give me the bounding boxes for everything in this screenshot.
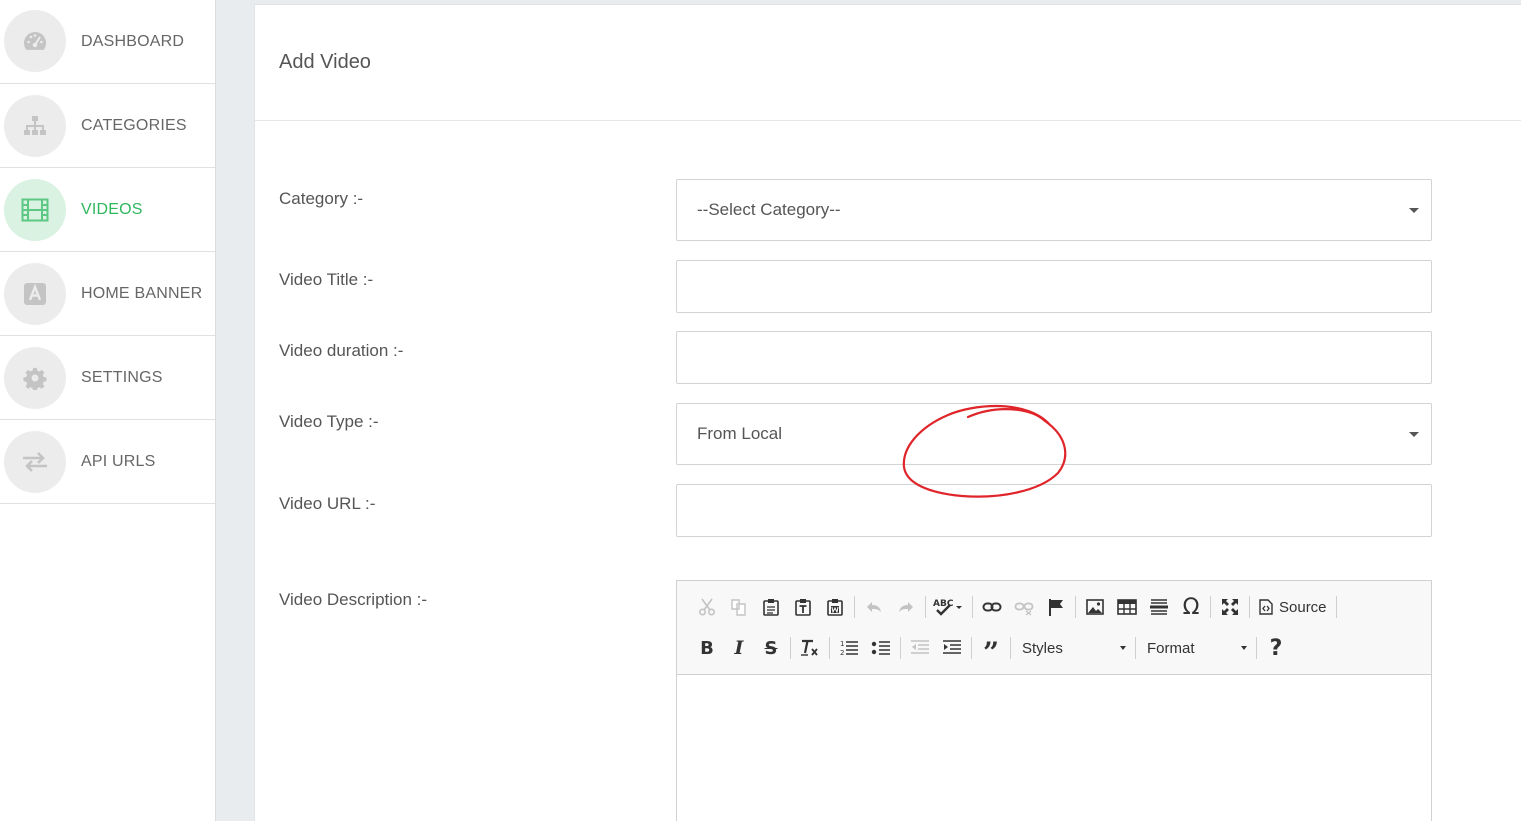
bulleted-list-icon[interactable] (865, 634, 897, 662)
sidebar-item-label: API URLS (81, 452, 156, 470)
font-a-icon (4, 262, 66, 325)
source-button-label: Source (1279, 598, 1327, 616)
sitemap-icon (4, 94, 66, 157)
toolbar-separator (1010, 637, 1011, 659)
exchange-arrows-icon (4, 430, 66, 493)
paste-text-icon[interactable] (787, 593, 819, 621)
redo-icon[interactable] (890, 593, 922, 621)
category-select-value: --Select Category-- (697, 200, 841, 219)
sidebar-item-dashboard[interactable]: DASHBOARD (0, 0, 215, 84)
strikethrough-icon[interactable]: S (755, 634, 787, 662)
bold-icon[interactable]: B (691, 634, 723, 662)
video-url-input[interactable] (676, 484, 1432, 537)
link-icon[interactable] (976, 593, 1008, 621)
chevron-down-icon (1241, 646, 1247, 650)
image-icon[interactable] (1079, 593, 1111, 621)
sidebar: DASHBOARD CATEGORIES VIDEOS HOME BANNER … (0, 0, 216, 821)
dashboard-gauge-icon (4, 10, 66, 72)
indent-icon[interactable] (936, 634, 968, 662)
source-icon (1259, 599, 1273, 615)
video-type-select-value: From Local (697, 424, 783, 443)
svg-text:1: 1 (840, 640, 844, 648)
cut-icon[interactable] (691, 593, 723, 621)
spellcheck-icon[interactable]: ABC (929, 593, 969, 621)
sidebar-item-settings[interactable]: SETTINGS (0, 336, 215, 420)
toolbar-separator (972, 596, 973, 618)
horizontal-line-icon[interactable] (1143, 593, 1175, 621)
source-button[interactable]: Source (1253, 593, 1333, 621)
chevron-down-icon (1409, 208, 1419, 213)
sidebar-item-home-banner[interactable]: HOME BANNER (0, 252, 215, 336)
gear-icon (4, 346, 66, 409)
sidebar-item-label: HOME BANNER (81, 284, 203, 302)
sidebar-item-label: VIDEOS (81, 200, 143, 218)
help-icon[interactable]: ? (1260, 634, 1292, 662)
sidebar-item-label: DASHBOARD (81, 32, 185, 50)
video-url-label: Video URL :- (279, 494, 376, 513)
toolbar-separator (900, 637, 901, 659)
numbered-list-icon[interactable]: 12 (833, 634, 865, 662)
sidebar-item-categories[interactable]: CATEGORIES (0, 84, 215, 168)
toolbar-separator (1256, 637, 1257, 659)
toolbar-separator (790, 637, 791, 659)
rich-text-editor: ABC Ω Source B I S 1 2 ” Styles Format ? (676, 580, 1432, 821)
sidebar-item-label: CATEGORIES (81, 116, 187, 134)
editor-content-area[interactable] (677, 675, 1431, 821)
toolbar-separator (971, 637, 972, 659)
film-icon (4, 178, 66, 241)
toolbar-separator (1335, 596, 1337, 618)
remove-format-icon[interactable] (794, 634, 826, 662)
toolbar-separator (1075, 596, 1076, 618)
styles-dropdown-label: Styles (1022, 639, 1063, 657)
svg-text:ABC: ABC (933, 599, 954, 609)
sidebar-item-label: SETTINGS (81, 368, 163, 386)
toolbar-separator (925, 596, 926, 618)
anchor-flag-icon[interactable] (1040, 593, 1072, 621)
paste-icon[interactable] (755, 593, 787, 621)
editor-toolbar-row-1: ABC Ω Source (691, 592, 1340, 622)
special-char-icon[interactable]: Ω (1175, 593, 1207, 621)
video-title-label: Video Title :- (279, 270, 374, 289)
svg-text:2: 2 (840, 649, 844, 657)
video-type-select[interactable]: From Local (676, 403, 1432, 465)
toolbar-separator (1249, 596, 1250, 618)
paste-word-icon[interactable] (819, 593, 851, 621)
category-label: Category :- (279, 189, 364, 208)
copy-icon[interactable] (723, 593, 755, 621)
editor-toolbar: ABC Ω Source B I S 1 2 ” Styles Format ? (677, 581, 1431, 675)
italic-icon[interactable]: I (723, 634, 755, 662)
video-description-label: Video Description :- (279, 590, 428, 609)
video-duration-label: Video duration :- (279, 341, 404, 360)
undo-icon[interactable] (858, 593, 890, 621)
chevron-down-icon (1409, 432, 1419, 437)
page-title: Add Video (279, 51, 371, 73)
blockquote-icon[interactable]: ” (975, 634, 1007, 667)
sidebar-item-videos[interactable]: VIDEOS (0, 168, 215, 252)
toolbar-separator (1135, 637, 1136, 659)
sidebar-item-api-urls[interactable]: API URLS (0, 420, 215, 504)
toolbar-separator (854, 596, 855, 618)
editor-toolbar-row-2: B I S 12 ” Styles Format ? (691, 633, 1292, 667)
format-dropdown-label: Format (1147, 639, 1195, 657)
video-type-label: Video Type :- (279, 412, 379, 431)
format-dropdown[interactable]: Format (1139, 634, 1253, 662)
table-icon[interactable] (1111, 593, 1143, 621)
styles-dropdown[interactable]: Styles (1014, 634, 1132, 662)
video-title-input[interactable] (676, 260, 1432, 313)
toolbar-separator (829, 637, 830, 659)
add-video-panel: Add Video Category :- --Select Category-… (254, 4, 1521, 821)
maximize-icon[interactable] (1214, 593, 1246, 621)
unlink-icon[interactable] (1008, 593, 1040, 621)
video-duration-input[interactable] (676, 331, 1432, 384)
toolbar-separator (1210, 596, 1211, 618)
chevron-down-icon (1120, 646, 1126, 650)
panel-header: Add Video (255, 5, 1521, 121)
outdent-icon[interactable] (904, 634, 936, 662)
category-select[interactable]: --Select Category-- (676, 179, 1432, 241)
